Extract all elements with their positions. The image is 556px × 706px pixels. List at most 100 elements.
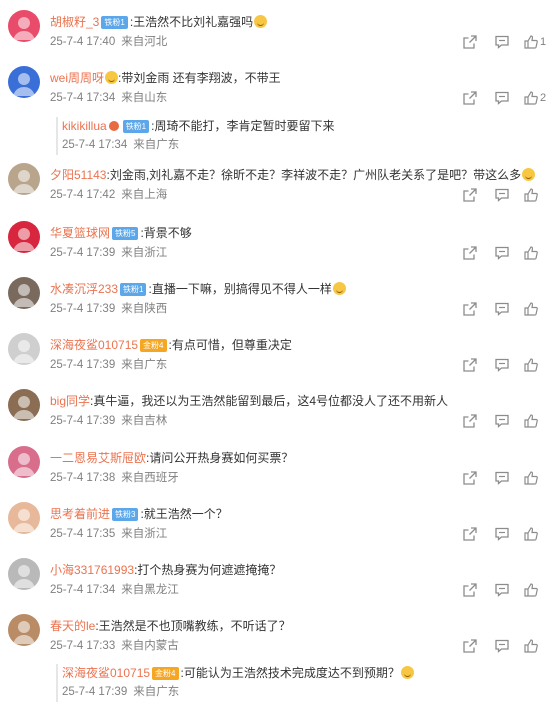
timestamp: 25-7-4 17:39 [50,415,116,427]
like-icon[interactable] [524,246,538,260]
share-icon[interactable] [463,91,477,105]
username-link[interactable]: big同学 [50,394,90,408]
comment-icon[interactable] [495,35,509,49]
share-icon[interactable] [463,35,477,49]
like-icon[interactable] [524,527,538,541]
location-label: 来自陕西 [121,303,168,315]
username-link[interactable]: 水凑沉浮233 [50,282,118,296]
username-link[interactable]: 深海夜鲨010715 [62,666,150,680]
share-icon[interactable] [463,639,477,653]
avatar[interactable] [8,614,40,646]
timestamp: 25-7-4 17:39 [50,303,116,315]
location-label: 来自吉林 [121,415,168,427]
vip-icon [108,121,119,131]
comment-text: :周琦不能打，李肯定暂时要留下来 [151,119,335,133]
comment-icon[interactable] [495,414,509,428]
avatar[interactable] [8,446,40,478]
comment-icon[interactable] [495,583,509,597]
emoji-icon [332,282,346,295]
fan-badge: 铁粉5 [112,227,139,240]
timestamp: 25-7-4 17:42 [50,189,116,201]
share-icon[interactable] [463,583,477,597]
like-icon[interactable] [524,639,538,653]
like-icon[interactable] [524,35,538,49]
comment-header: 水凑沉浮233 铁粉1:直播一下嘛，别搞得见不得人一样 [50,281,346,297]
timestamp: 25-7-4 17:40 [50,36,116,48]
comment-actions [463,639,553,655]
avatar[interactable] [8,10,40,42]
comment-icon[interactable] [495,527,509,541]
timestamp: 25-7-4 17:39 [50,359,116,371]
comment-meta: 25-7-4 17:34 来自黑龙江 [50,583,179,597]
comment-icon[interactable] [495,246,509,260]
comment-icon[interactable] [495,358,509,372]
avatar[interactable] [8,277,40,309]
comment-meta: 25-7-4 17:33 来自内蒙古 [50,639,179,653]
avatar[interactable] [8,66,40,98]
avatar[interactable] [8,333,40,365]
location-label: 来自广东 [133,686,180,698]
timestamp: 25-7-4 17:38 [50,472,116,484]
share-icon[interactable] [463,188,477,202]
like-icon[interactable] [524,414,538,428]
comment-actions [463,583,553,599]
emoji-icon [400,666,414,679]
comment-text: :真牛逼，我还以为王浩然能留到最后，这4号位都没人了还不用新人 [90,394,449,408]
timestamp: 25-7-4 17:39 [62,686,128,698]
like-icon[interactable] [524,471,538,485]
share-icon[interactable] [463,471,477,485]
username-link[interactable]: 深海夜鲨010715 [50,338,138,352]
share-icon[interactable] [463,246,477,260]
like-icon[interactable] [524,358,538,372]
timestamp: 25-7-4 17:34 [50,92,116,104]
comment-icon[interactable] [495,188,509,202]
timestamp: 25-7-4 17:35 [50,528,116,540]
comment-header: wei周周呀 :带刘金雨 还有李翔波，不带王 [50,70,281,86]
comment-header: kikikillua 铁粉1:周琦不能打，李肯定暂时要留下来 [62,118,334,134]
comment-actions [463,188,553,204]
like-icon[interactable] [524,91,538,105]
username-link[interactable]: 思考着前进 [50,507,110,521]
location-label: 来自西班牙 [121,472,179,484]
reply-item: 深海夜鲨010715 金粉4:可能认为王浩然技术完成度达不到预期？ 25-7-4 1… [56,664,518,702]
username-link[interactable]: 小海331761993 [50,563,134,577]
username-link[interactable]: 春天的le [50,619,95,633]
comment-icon[interactable] [495,302,509,316]
comment-actions [463,414,553,430]
username-link[interactable]: wei周周呀 [50,71,104,85]
username-link[interactable]: 华夏篮球网 [50,226,110,240]
avatar[interactable] [8,389,40,421]
comment-header: 小海331761993:打个热身赛为何遮遮掩掩？ [50,562,281,578]
comment-meta: 25-7-4 17:39 来自吉林 [50,414,167,428]
fan-badge: 铁粉1 [120,283,147,296]
like-icon[interactable] [524,188,538,202]
comment-icon[interactable] [495,471,509,485]
like-count: 1 [540,36,547,48]
comment-header: 一二恩易艾斯屉欧:请问公开热身赛如何买票？ [50,450,293,466]
username-link[interactable]: kikikillua [62,119,107,133]
comment-meta: 25-7-4 17:35 来自浙江 [50,527,167,541]
comment-text: :带刘金雨 还有李翔波，不带王 [118,71,281,85]
fan-badge: 铁粉3 [112,508,139,521]
avatar[interactable] [8,558,40,590]
username-link[interactable]: 胡椒籽_3 [50,15,99,29]
share-icon[interactable] [463,358,477,372]
emoji-icon [105,71,119,84]
share-icon[interactable] [463,527,477,541]
avatar[interactable] [8,502,40,534]
like-count: 2 [540,92,547,104]
comment-actions: 2 [463,91,553,107]
username-link[interactable]: 夕阳51143 [50,168,106,182]
comment-text: :背景不够 [140,226,192,240]
like-icon[interactable] [524,583,538,597]
comment-icon[interactable] [495,91,509,105]
username-link[interactable]: 一二恩易艾斯屉欧 [50,451,146,465]
timestamp: 25-7-4 17:33 [50,640,116,652]
comment-header: 胡椒籽_3 铁粉1:王浩然不比刘礼嘉强吗 [50,14,268,30]
avatar[interactable] [8,163,40,195]
comment-icon[interactable] [495,639,509,653]
avatar[interactable] [8,221,40,253]
like-icon[interactable] [524,302,538,316]
share-icon[interactable] [463,414,477,428]
share-icon[interactable] [463,302,477,316]
